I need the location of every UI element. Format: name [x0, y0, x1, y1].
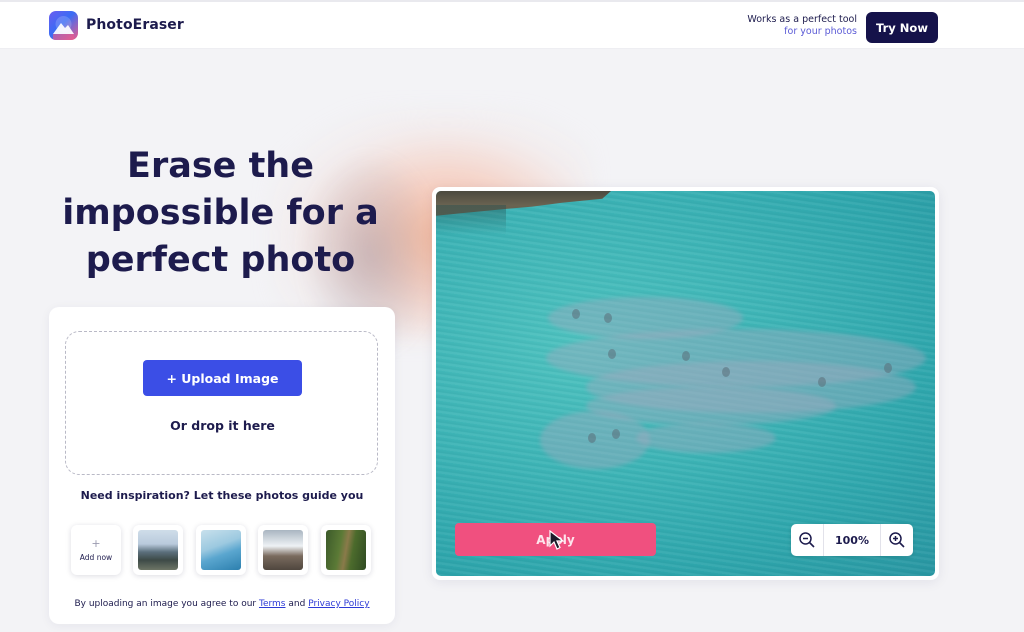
mouse-cursor-icon: [549, 530, 565, 550]
swimmer: [588, 433, 596, 443]
try-now-button[interactable]: Try Now: [866, 12, 938, 43]
tagline-line-2: for your photos: [784, 26, 857, 37]
upload-card: + Upload Image Or drop it here Need insp…: [49, 307, 395, 624]
sample-photo-image: [326, 530, 366, 570]
drop-hint: Or drop it here: [170, 418, 275, 433]
zoom-in-button[interactable]: [881, 524, 913, 556]
zoom-level: 100%: [823, 524, 881, 556]
terms-and: and: [288, 599, 306, 609]
hero-line-2: impossible for a: [62, 193, 379, 233]
privacy-policy-link[interactable]: Privacy Policy: [308, 599, 369, 609]
terms-prefix: By uploading an image you agree to our: [74, 599, 257, 609]
sample-photo-hikers[interactable]: [133, 525, 183, 575]
brand-name[interactable]: PhotoEraser: [86, 17, 184, 33]
zoom-out-button[interactable]: [791, 524, 823, 556]
terms-notice: By uploading an image you agree to our T…: [49, 599, 395, 609]
editor-photo[interactable]: Apply 100%: [436, 191, 935, 576]
swimmer: [608, 349, 616, 359]
mountain-logo-icon[interactable]: [49, 11, 78, 40]
plus-icon: +: [91, 537, 101, 550]
swimmer: [572, 309, 580, 319]
add-now-button[interactable]: + Add now: [71, 525, 121, 575]
sample-photo-forest-road[interactable]: [321, 525, 371, 575]
add-now-label: Add now: [79, 553, 113, 562]
sample-photo-image: [263, 530, 303, 570]
erase-mask-stroke: [636, 423, 776, 453]
inspiration-text: Need inspiration? Let these photos guide…: [80, 489, 364, 502]
swimmer: [818, 377, 826, 387]
shore-shadow: [436, 205, 506, 235]
hero-heading: Erase the impossible for a perfect photo: [48, 143, 393, 284]
sample-photo-image: [138, 530, 178, 570]
swimmer: [612, 429, 620, 439]
swimmer: [722, 367, 730, 377]
swimmer: [884, 363, 892, 373]
editor-preview: Apply 100%: [432, 187, 939, 580]
tagline-line-1: Works as a perfect tool: [747, 14, 857, 25]
hero-line-3: perfect photo: [85, 240, 356, 280]
apply-button[interactable]: Apply: [455, 523, 656, 556]
header-tagline: Works as a perfect tool for your photos: [747, 14, 857, 38]
hero-line-1: Erase the: [127, 146, 314, 186]
zoom-in-icon: [889, 532, 905, 548]
zoom-control: 100%: [791, 524, 913, 556]
sample-photo-mountain[interactable]: [258, 525, 308, 575]
sample-photo-image: [201, 530, 241, 570]
sample-photo-iceberg[interactable]: [196, 525, 246, 575]
swimmer: [682, 351, 690, 361]
zoom-out-icon: [799, 532, 815, 548]
drop-zone[interactable]: + Upload Image Or drop it here: [65, 331, 378, 475]
upload-image-button[interactable]: + Upload Image: [143, 360, 302, 396]
terms-link[interactable]: Terms: [259, 599, 286, 609]
sample-photos: + Add now: [71, 525, 381, 575]
site-header: PhotoEraser Works as a perfect tool for …: [0, 2, 1024, 49]
swimmer: [604, 313, 612, 323]
